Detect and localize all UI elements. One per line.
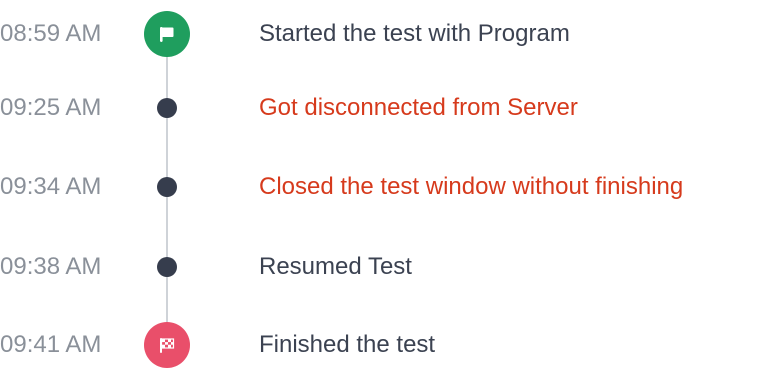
event-time: 09:34 AM [0,173,102,200]
timeline-event-disconnected: 09:25 AM Got disconnected from Server [0,88,782,128]
event-description: Started the test with Program [259,20,570,47]
timeline-event-resumed: 09:38 AM Resumed Test [0,247,782,287]
flag-icon [144,11,190,57]
event-description: Finished the test [259,331,436,358]
checkered-flag-icon [144,322,190,368]
event-time: 08:59 AM [0,20,102,47]
event-time: 09:38 AM [0,253,102,280]
event-time: 09:41 AM [0,331,102,358]
event-description: Resumed Test [259,253,412,280]
event-time: 09:25 AM [0,94,102,121]
timeline-event-finished: 09:41 AM Finished the test [0,322,782,368]
timeline-dot [157,177,177,197]
timeline-event-closed-window: 09:34 AM Closed the test window without … [0,167,782,207]
activity-timeline: 08:59 AM Started the test with Program 0… [0,0,782,372]
timeline-dot [157,257,177,277]
event-description: Closed the test window without finishing [259,173,684,200]
timeline-event-started: 08:59 AM Started the test with Program [0,11,782,57]
event-description: Got disconnected from Server [259,94,578,121]
timeline-dot [157,98,177,118]
